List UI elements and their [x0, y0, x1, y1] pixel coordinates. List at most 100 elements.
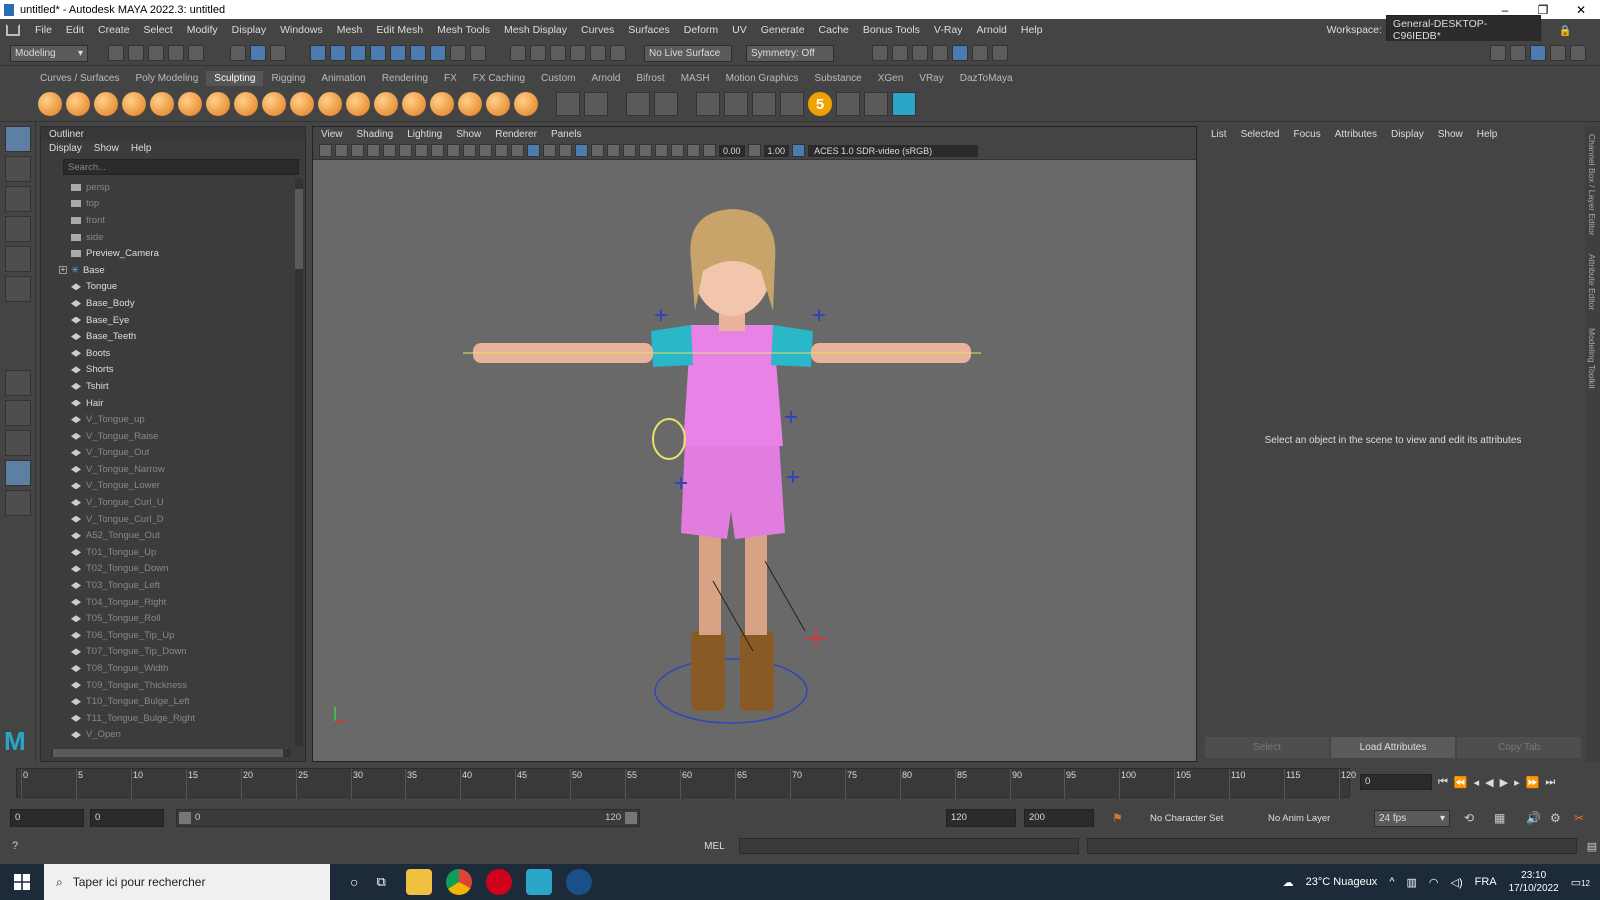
move-tool-icon[interactable]	[5, 216, 31, 242]
attr-menu-help[interactable]: Help	[1477, 129, 1498, 140]
ambient-occlusion-icon[interactable]	[607, 144, 620, 157]
human-figure-icon[interactable]	[836, 92, 860, 116]
foamy-tool-icon[interactable]	[206, 92, 230, 116]
outliner-item[interactable]: V_Tongue_Curl_U	[41, 494, 291, 511]
magnet-icon[interactable]	[590, 45, 606, 61]
outliner-layout-icon[interactable]	[5, 460, 31, 486]
exposure-icon[interactable]	[703, 144, 716, 157]
scroll-thumb[interactable]	[53, 749, 283, 757]
menuset-dropdown[interactable]: Modeling ▾	[10, 44, 88, 62]
new-scene-icon[interactable]	[108, 45, 124, 61]
repeat-tool-icon[interactable]	[262, 92, 286, 116]
outliner-item[interactable]: V_Tongue_Raise	[41, 428, 291, 445]
right-leg[interactable]	[745, 531, 767, 635]
redo-icon[interactable]	[188, 45, 204, 61]
four-view-icon[interactable]	[5, 400, 31, 426]
shelf-tab-bifrost[interactable]: Bifrost	[628, 71, 672, 86]
vray-material-icon[interactable]	[724, 92, 748, 116]
opera-icon[interactable]	[485, 869, 512, 895]
bookmark-icon[interactable]	[351, 144, 364, 157]
image-plane-icon[interactable]	[367, 144, 380, 157]
viewport-panel[interactable]: View Shading Lighting Show Renderer Panels 0.…	[312, 126, 1197, 762]
root-control-circle[interactable]	[654, 658, 808, 724]
shelf-tab-substance[interactable]: Substance	[806, 71, 869, 86]
wifi-icon[interactable]: ◠	[1429, 876, 1439, 889]
paint-select-icon[interactable]	[5, 186, 31, 212]
foot-ik-locator[interactable]	[805, 628, 827, 650]
taskbar-clock[interactable]: 23:10 17/10/2022	[1509, 869, 1559, 895]
side-tab-attribute-editor[interactable]: Attribute Editor	[1587, 254, 1597, 310]
network-icon[interactable]: ▥	[1406, 876, 1416, 889]
mesh-grid-icon[interactable]	[584, 92, 608, 116]
single-view-icon[interactable]	[5, 370, 31, 396]
outliner-menu-help[interactable]: Help	[131, 143, 152, 155]
viewport-menu-lighting[interactable]: Lighting	[407, 129, 442, 140]
color-space-dropdown[interactable]: ACES 1.0 SDR-video (sRGB)	[808, 144, 979, 157]
menu-generate[interactable]: Generate	[754, 24, 812, 36]
menu-mesh-tools[interactable]: Mesh Tools	[430, 24, 497, 36]
menu-deform[interactable]: Deform	[677, 24, 725, 36]
scroll-thumb[interactable]	[295, 189, 303, 269]
chrome-icon[interactable]	[445, 869, 472, 895]
menu-edit[interactable]: Edit	[59, 24, 91, 36]
select-hierarchy-icon[interactable]	[230, 45, 246, 61]
knife-tool-icon[interactable]	[402, 92, 426, 116]
gamma-icon[interactable]	[747, 144, 761, 157]
menu-create[interactable]: Create	[91, 24, 137, 36]
outliner-item[interactable]: + ✳ Base	[41, 262, 291, 279]
shelf-tab-rigging[interactable]: Rigging	[263, 71, 313, 86]
gamma-field[interactable]: 1.00	[763, 144, 790, 157]
notifications-icon[interactable]: ▭12	[1571, 876, 1590, 889]
outliner-item[interactable]: A52_Tongue_Out	[41, 527, 291, 544]
five-badge-icon[interactable]: 5	[808, 92, 832, 116]
step-forward-frame-icon[interactable]: ▸	[1514, 776, 1520, 789]
left-boot[interactable]	[691, 631, 725, 711]
outliner-item[interactable]: Preview_Camera	[41, 245, 291, 262]
wireframe-on-shaded-icon[interactable]	[543, 144, 556, 157]
command-input[interactable]	[738, 838, 1079, 854]
play-backwards-icon[interactable]: ◀	[1485, 776, 1493, 789]
arnold-render-icon[interactable]	[972, 45, 988, 61]
outliner-item[interactable]: T01_Tongue_Up	[41, 544, 291, 561]
animation-end-field[interactable]: 200	[1024, 809, 1094, 827]
relax-tool-icon[interactable]	[94, 92, 118, 116]
anim-layer-dropdown[interactable]: No Anim Layer	[1268, 813, 1330, 824]
attr-menu-focus[interactable]: Focus	[1293, 129, 1320, 140]
step-back-frame-icon[interactable]: ◂	[1474, 776, 1480, 789]
spray-tool-icon[interactable]	[234, 92, 258, 116]
highlight-icon[interactable]	[470, 45, 486, 61]
attr-menu-attributes[interactable]: Attributes	[1335, 129, 1377, 140]
outliner-item[interactable]: Shorts	[41, 362, 291, 379]
keyboard-language[interactable]: FRA	[1475, 876, 1497, 888]
current-frame-field[interactable]: 0	[1360, 774, 1432, 790]
attr-menu-show[interactable]: Show	[1438, 129, 1463, 140]
outliner-item[interactable]: Base_Teeth	[41, 328, 291, 345]
outliner-search-input[interactable]: Search...	[63, 159, 299, 175]
viewport-scene[interactable]	[313, 161, 1198, 761]
outliner-item[interactable]: V_Tongue_Narrow	[41, 461, 291, 478]
tray-chevron-icon[interactable]: ^	[1389, 876, 1394, 888]
outliner-menu-display[interactable]: Display	[49, 143, 82, 155]
render-frame-icon[interactable]	[892, 45, 908, 61]
play-forwards-icon[interactable]: ▶	[1500, 776, 1508, 789]
attr-btn-copy-tab[interactable]: Copy Tab	[1457, 737, 1581, 758]
vray-light-icon[interactable]	[752, 92, 776, 116]
mesh-subdivide-icon[interactable]	[556, 92, 580, 116]
attr-btn-load-attributes[interactable]: Load Attributes	[1331, 737, 1455, 758]
step-back-key-icon[interactable]: ⏪	[1454, 776, 1468, 789]
xray-icon[interactable]	[671, 144, 684, 157]
menu-cache[interactable]: Cache	[812, 24, 856, 36]
viewport-menu-shading[interactable]: Shading	[357, 129, 394, 140]
shelf-tab-sculpting[interactable]: Sculpting	[206, 70, 264, 86]
task-view-icon[interactable]: ⧉	[376, 874, 385, 890]
outliner-item[interactable]: Tshirt	[41, 378, 291, 395]
character-controls-icon[interactable]	[1510, 45, 1526, 61]
hypershade-icon[interactable]	[952, 45, 968, 61]
weather-text[interactable]: 23°C Nuageux	[1306, 876, 1378, 888]
menu-surfaces[interactable]: Surfaces	[621, 24, 676, 36]
menu-uv[interactable]: UV	[725, 24, 754, 36]
lasso-tool-icon[interactable]	[5, 156, 31, 182]
expand-icon[interactable]: +	[59, 266, 67, 275]
outliner-item[interactable]: Hair	[41, 395, 291, 412]
camera-attr-icon[interactable]	[335, 144, 348, 157]
